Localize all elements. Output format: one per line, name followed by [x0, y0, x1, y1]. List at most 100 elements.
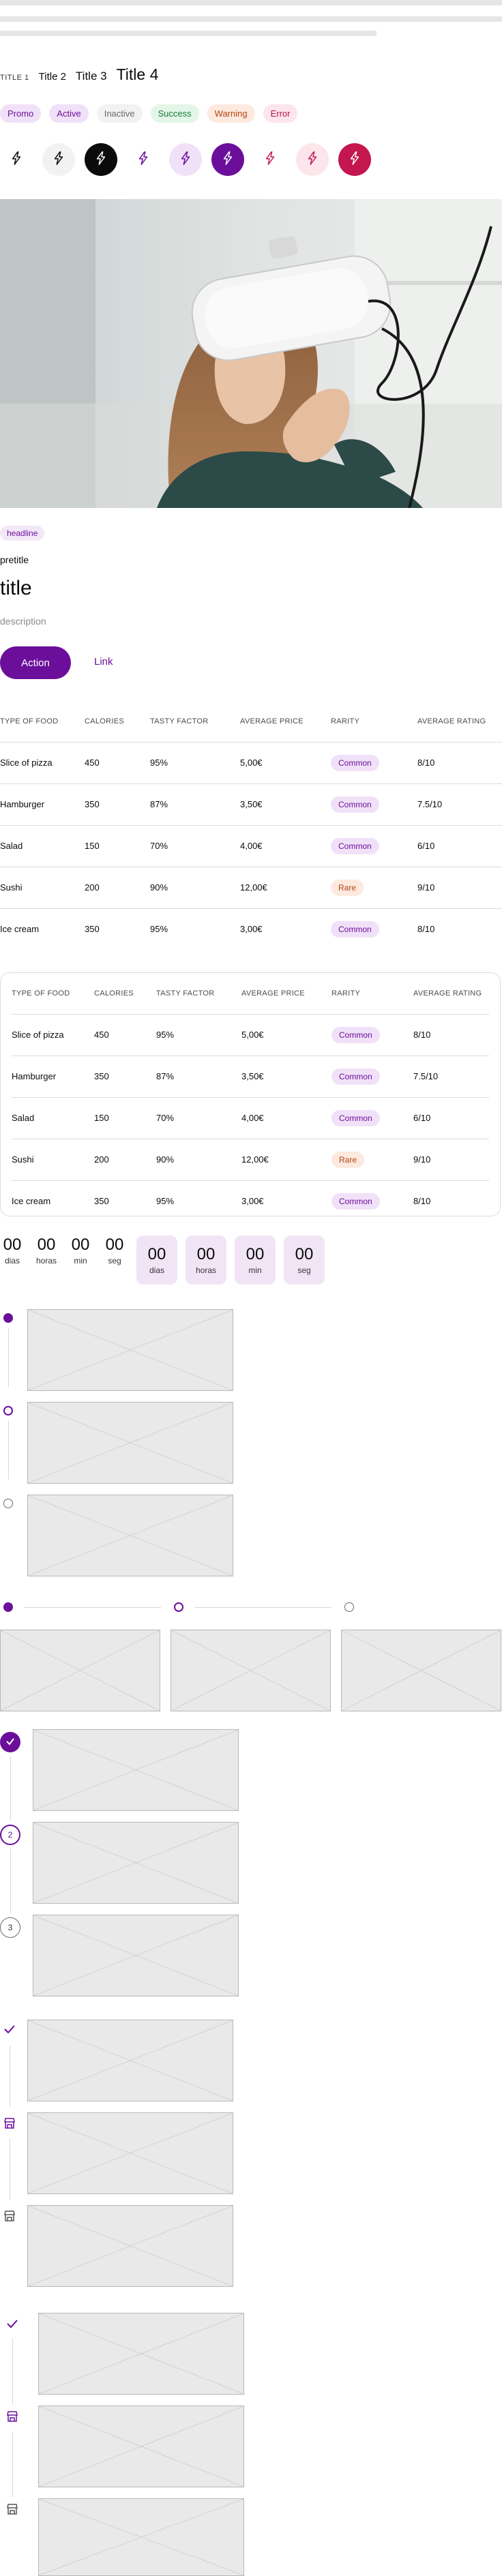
icon-button[interactable]	[169, 143, 202, 176]
table-row: Ice cream 350 95% 3,00€ Common 8/10	[0, 908, 502, 950]
table-cell-calories: 150	[94, 1096, 156, 1139]
table-cell-food: Sushi	[0, 866, 85, 908]
table-cell-calories: 350	[85, 783, 150, 825]
step-connector	[195, 1607, 331, 1608]
countdown-value: 00	[71, 1235, 90, 1254]
table-cell-price: 5,00€	[240, 741, 331, 783]
table-cell-rating: 8/10	[417, 908, 502, 950]
table-header-cell: AVERAGE RATING	[417, 717, 486, 725]
step-current[interactable]: 2	[0, 1825, 20, 1845]
table-header-cell: TASTY FACTOR	[156, 989, 215, 998]
table-cell-tasty: 95%	[156, 1180, 241, 1222]
step-pending[interactable]: 3	[0, 1917, 20, 1938]
check-icon	[3, 2022, 16, 2036]
step-dot-current[interactable]	[174, 1602, 183, 1612]
rarity-badge: Common	[331, 837, 379, 854]
card-link[interactable]: Link	[94, 656, 113, 668]
step-connector	[12, 2431, 13, 2497]
rarity-badge: Common	[331, 1193, 380, 1210]
countdown-box: 00 min	[235, 1235, 276, 1285]
table-cell-rarity: Common	[331, 783, 417, 825]
lightning-icon	[347, 151, 362, 169]
icon-button[interactable]	[254, 143, 286, 176]
table-cell-tasty: 95%	[150, 741, 240, 783]
table-cell-tasty: 90%	[156, 1138, 241, 1180]
countdown-label: seg	[108, 1256, 121, 1265]
image-placeholder	[38, 2313, 244, 2395]
hero-image	[0, 199, 502, 508]
table-cell-price: 12,00€	[240, 866, 331, 908]
countdown-value: 00	[147, 1245, 166, 1263]
table-cell-food: Hamburger	[0, 783, 85, 825]
table-cell-price: 5,00€	[241, 1013, 331, 1055]
step-dot-current[interactable]	[3, 1406, 13, 1416]
title-scale: TITLE 1 Title 2 Title 3 Title 4	[0, 65, 158, 84]
step-dot-pending[interactable]	[344, 1602, 354, 1612]
step-connector	[10, 1849, 11, 1913]
countdown-value: 00	[105, 1235, 124, 1254]
table-header-cell: CALORIES	[85, 717, 125, 725]
table-header-cell: TYPE OF FOOD	[12, 989, 70, 998]
icon-button[interactable]	[296, 143, 329, 176]
countdown-label: min	[248, 1265, 262, 1275]
countdown-label: horas	[35, 1256, 57, 1265]
countdown-label: dias	[4, 1256, 20, 1265]
table-header-cell: RARITY	[331, 989, 361, 998]
tag-error: Error	[263, 104, 298, 123]
icon-button[interactable]	[0, 143, 33, 176]
icon-button[interactable]	[42, 143, 75, 176]
card-title: title	[0, 577, 32, 599]
image-placeholder	[27, 2205, 233, 2287]
table-cell-rating: 9/10	[417, 866, 502, 908]
step-dot-active[interactable]	[3, 1313, 13, 1323]
table-cell-price: 4,00€	[241, 1096, 331, 1139]
step-complete[interactable]	[0, 1732, 20, 1752]
icon-button[interactable]	[338, 143, 371, 176]
lightning-icon	[9, 151, 24, 169]
table-header-row: TYPE OF FOOD CALORIES TASTY FACTOR AVERAGE …	[12, 973, 489, 1014]
skeleton-line	[0, 31, 376, 36]
table-cell-rating: 7.5/10	[413, 1055, 489, 1097]
table-cell-calories: 450	[94, 1013, 156, 1055]
store-icon	[3, 2209, 16, 2223]
table-cell-price: 3,00€	[240, 908, 331, 950]
lightning-icon	[178, 151, 193, 169]
store-icon	[5, 2410, 19, 2423]
action-button[interactable]: Action	[0, 646, 71, 679]
icon-button[interactable]	[211, 143, 244, 176]
table-cell-food: Salad	[12, 1096, 94, 1139]
icon-button-row	[0, 143, 371, 176]
image-placeholder	[0, 1630, 160, 1711]
tag-promo: Promo	[0, 104, 42, 123]
card-description: description	[0, 616, 46, 627]
icon-button[interactable]	[127, 143, 160, 176]
image-placeholder	[341, 1630, 501, 1711]
image-placeholder	[27, 2020, 233, 2101]
step-connector	[10, 1756, 11, 1821]
image-placeholder	[27, 1495, 233, 1576]
step-connector	[8, 1328, 9, 1387]
step-dot-pending[interactable]	[3, 1499, 13, 1508]
table-cell-calories: 350	[94, 1180, 156, 1222]
table-cell-rating: 8/10	[413, 1180, 489, 1222]
icon-button[interactable]	[85, 143, 117, 176]
table-cell-tasty: 70%	[156, 1096, 241, 1139]
countdown-box: 00 dias	[136, 1235, 177, 1285]
image-placeholder	[27, 2112, 233, 2194]
countdown-value: 00	[246, 1245, 265, 1263]
countdown-value: 00	[295, 1245, 314, 1263]
tag-warning: Warning	[207, 104, 255, 123]
table-cell-food: Hamburger	[12, 1055, 94, 1097]
table-cell-price: 4,00€	[240, 824, 331, 867]
table-cell-rarity: Common	[331, 1096, 413, 1139]
food-table-card: TYPE OF FOOD CALORIES TASTY FACTOR AVERAGE …	[0, 972, 501, 1222]
table-header-cell: AVERAGE PRICE	[241, 989, 305, 998]
step-dot-active[interactable]	[3, 1602, 13, 1612]
table-cell-rarity: Common	[331, 1180, 413, 1222]
tag-row: Promo Active Inactive Success Warning Er…	[0, 104, 298, 123]
rarity-badge: Rare	[331, 1151, 365, 1168]
check-icon	[5, 1737, 15, 1748]
rarity-badge: Common	[331, 796, 379, 813]
table-header-cell: RARITY	[331, 717, 360, 725]
table-cell-food: Slice of pizza	[12, 1013, 94, 1055]
